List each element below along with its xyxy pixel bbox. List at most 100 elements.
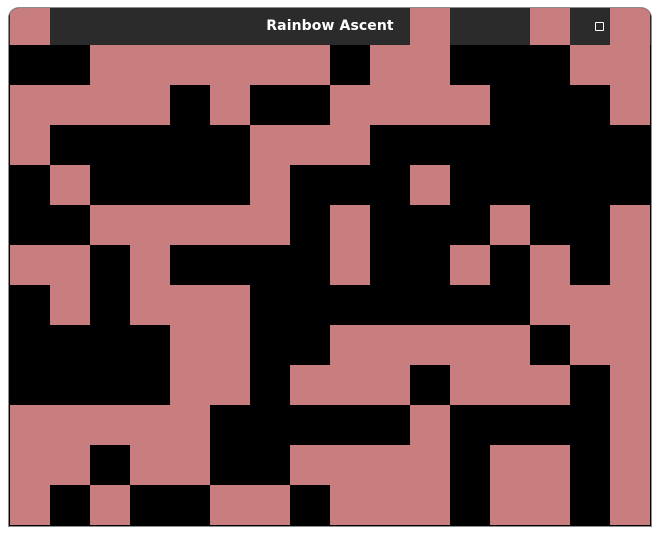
wall-tile [10, 485, 50, 525]
wall-tile [610, 8, 650, 45]
wall-tile [410, 445, 450, 485]
wall-tile [90, 45, 130, 85]
wall-tile [130, 45, 170, 85]
wall-tile [210, 325, 250, 365]
wall-tile [170, 285, 210, 325]
wall-tile [10, 405, 50, 445]
wall-tile [10, 8, 50, 45]
wall-tile [530, 245, 570, 285]
wall-tile [450, 325, 490, 365]
wall-tile [570, 45, 610, 85]
wall-tile [170, 325, 210, 365]
wall-tile [330, 125, 370, 165]
wall-tile [410, 485, 450, 525]
wall-tile [450, 85, 490, 125]
wall-tile [210, 45, 250, 85]
wall-tile [610, 245, 650, 285]
wall-tile [210, 285, 250, 325]
wall-tile [250, 125, 290, 165]
wall-tile [530, 485, 570, 525]
wall-tile [330, 205, 370, 245]
wall-tile [610, 285, 650, 325]
wall-tile [130, 445, 170, 485]
wall-tile [610, 85, 650, 125]
wall-tile [170, 45, 210, 85]
wall-tile [170, 405, 210, 445]
wall-tile [170, 205, 210, 245]
wall-tile [10, 445, 50, 485]
wall-tile [290, 365, 330, 405]
wall-tile [10, 125, 50, 165]
wall-tile [90, 85, 130, 125]
wall-tile [410, 405, 450, 445]
wall-tile [370, 365, 410, 405]
wall-tile [330, 445, 370, 485]
wall-tile [50, 85, 90, 125]
wall-tile [610, 325, 650, 365]
wall-tile [130, 285, 170, 325]
wall-tile [170, 365, 210, 405]
wall-tile [490, 485, 530, 525]
wall-tile [130, 245, 170, 285]
wall-tile [450, 245, 490, 285]
wall-tile [610, 45, 650, 85]
wall-tile [370, 445, 410, 485]
wall-tile [50, 445, 90, 485]
wall-tile [290, 125, 330, 165]
wall-tile [10, 245, 50, 285]
wall-tile [570, 285, 610, 325]
wall-tile [210, 485, 250, 525]
wall-tile [10, 85, 50, 125]
wall-tile [50, 405, 90, 445]
wall-tile [410, 45, 450, 85]
wall-tile [610, 445, 650, 485]
wall-tile [530, 445, 570, 485]
wall-tile [210, 85, 250, 125]
wall-tile [610, 365, 650, 405]
wall-tile [530, 365, 570, 405]
maximize-icon [594, 21, 604, 31]
wall-tile [90, 485, 130, 525]
wall-tile [370, 485, 410, 525]
wall-tile [490, 325, 530, 365]
wall-tile [330, 485, 370, 525]
wall-tile [530, 285, 570, 325]
wall-tile [410, 325, 450, 365]
wall-tile [210, 365, 250, 405]
wall-tile [490, 205, 530, 245]
wall-tile [610, 485, 650, 525]
wall-tile [90, 405, 130, 445]
wall-tile [330, 365, 370, 405]
wall-tile [410, 85, 450, 125]
wall-tile [610, 205, 650, 245]
wall-tile [170, 445, 210, 485]
wall-tile [450, 365, 490, 405]
wall-tile [490, 445, 530, 485]
maximize-button[interactable] [589, 16, 609, 36]
wall-tile [410, 8, 450, 45]
wall-tile [130, 85, 170, 125]
maze-board[interactable] [10, 8, 650, 525]
wall-tile [570, 325, 610, 365]
wall-tile [90, 205, 130, 245]
wall-tile [250, 205, 290, 245]
wall-tile [130, 205, 170, 245]
wall-tile [130, 405, 170, 445]
wall-tile [410, 165, 450, 205]
wall-tile [610, 405, 650, 445]
wall-tile [250, 165, 290, 205]
game-window: Rainbow Ascent [9, 8, 651, 526]
wall-tile [50, 285, 90, 325]
wall-tile [370, 85, 410, 125]
wall-tile [330, 245, 370, 285]
wall-tile [530, 8, 570, 45]
wall-tile [290, 45, 330, 85]
wall-tile [210, 205, 250, 245]
wall-tile [370, 325, 410, 365]
wall-tile [370, 45, 410, 85]
wall-tile [50, 245, 90, 285]
wall-tile [330, 85, 370, 125]
wall-tile [490, 365, 530, 405]
wall-tile [330, 325, 370, 365]
wall-tile [250, 485, 290, 525]
